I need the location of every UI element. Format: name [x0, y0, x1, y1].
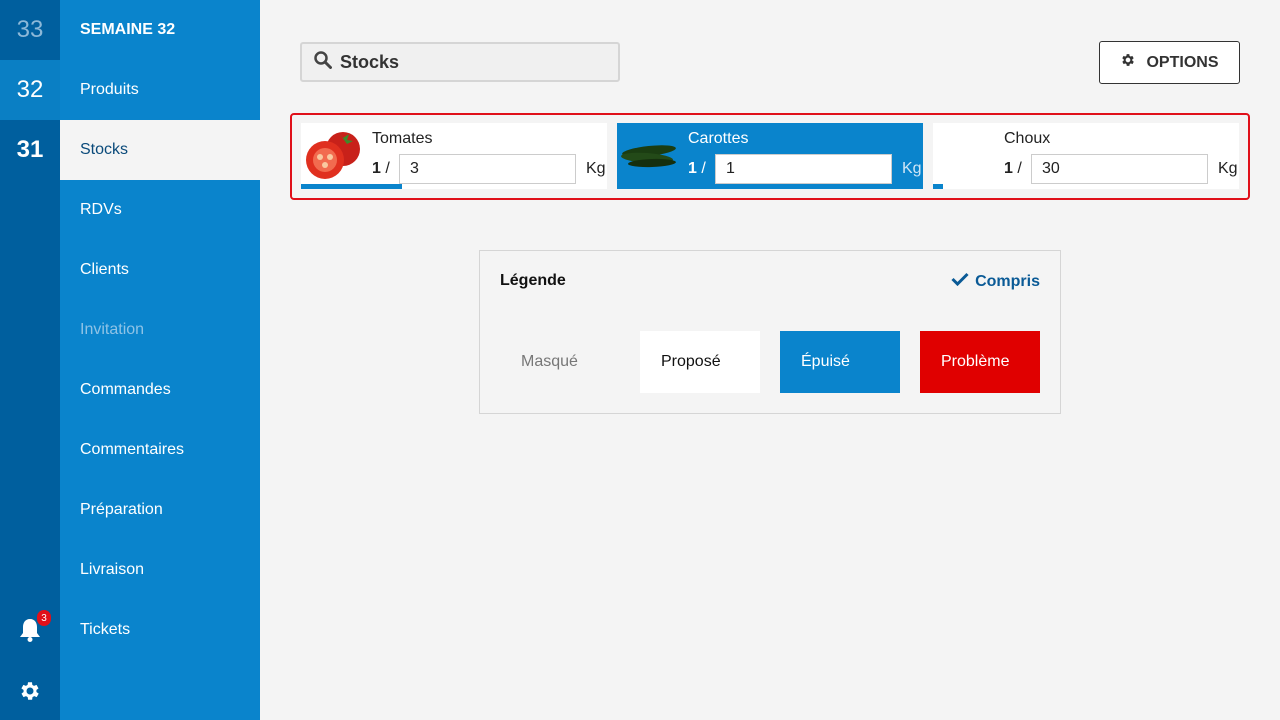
- quantity-input[interactable]: [1031, 154, 1208, 184]
- product-count: 1 /: [688, 160, 706, 177]
- search-input[interactable]: [340, 51, 600, 73]
- product-name: Choux: [1004, 130, 1051, 147]
- unit-label: Kg: [902, 160, 922, 177]
- week-32[interactable]: 32: [0, 60, 60, 120]
- product-list: Tomates 1 / Kg Carottes 1 / Kg Choux 1 /…: [290, 113, 1250, 200]
- legend-panel: Légende Compris Masqué Proposé Épuisé Pr…: [479, 250, 1061, 414]
- tomato-image: [303, 127, 365, 183]
- week-title: SEMAINE 32: [80, 21, 176, 38]
- options-label: OPTIONS: [1146, 53, 1219, 71]
- sidebar-item-produits[interactable]: Produits: [60, 60, 260, 120]
- gear-icon[interactable]: [0, 671, 60, 711]
- product-card-tomates[interactable]: Tomates 1 / Kg: [301, 123, 607, 189]
- search-icon: [314, 50, 332, 74]
- stock-progress-bar: [933, 184, 944, 189]
- check-icon: [951, 272, 969, 291]
- sidebar-item-commandes[interactable]: Commandes: [60, 360, 260, 420]
- legend-proposed: Proposé: [640, 331, 760, 393]
- sidebar-item-stocks[interactable]: Stocks: [60, 120, 260, 180]
- week-31[interactable]: 31: [0, 120, 60, 180]
- search-box[interactable]: [300, 42, 620, 82]
- product-count: 1 /: [1004, 160, 1022, 177]
- week-33[interactable]: 33: [0, 0, 60, 60]
- sidebar-item-commentaires[interactable]: Commentaires: [60, 420, 260, 480]
- legend-title: Légende: [500, 272, 566, 289]
- carrot-image: [619, 127, 681, 183]
- sidebar-item-tickets[interactable]: Tickets: [60, 600, 260, 660]
- options-button[interactable]: OPTIONS: [1099, 41, 1240, 84]
- understood-label: Compris: [975, 272, 1040, 290]
- understood-button[interactable]: Compris: [951, 272, 1040, 291]
- quantity-input[interactable]: [715, 154, 892, 184]
- legend-problem: Problème: [920, 331, 1040, 393]
- sidebar-item-livraison[interactable]: Livraison: [60, 540, 260, 600]
- quantity-input[interactable]: [399, 154, 576, 184]
- product-name: Tomates: [372, 130, 433, 147]
- sidebar-item-invitation: Invitation: [80, 321, 145, 338]
- product-name: Carottes: [688, 130, 749, 147]
- product-card-carottes[interactable]: Carottes 1 / Kg: [617, 123, 923, 189]
- product-card-choux[interactable]: Choux 1 / Kg: [933, 123, 1239, 189]
- sidebar-item-rdvs[interactable]: RDVs: [60, 180, 260, 240]
- legend-sold-out: Épuisé: [780, 331, 900, 393]
- gear-icon: [1120, 52, 1136, 73]
- stock-progress-bar: [301, 184, 402, 189]
- unit-label: Kg: [1218, 160, 1238, 177]
- bell-icon[interactable]: [0, 610, 60, 650]
- product-count: 1 /: [372, 160, 390, 177]
- legend-hidden: Masqué: [521, 353, 578, 370]
- sidebar-item-preparation[interactable]: Préparation: [60, 480, 260, 540]
- sidebar-item-clients[interactable]: Clients: [60, 240, 260, 300]
- unit-label: Kg: [586, 160, 606, 177]
- notification-badge: 3: [37, 610, 51, 626]
